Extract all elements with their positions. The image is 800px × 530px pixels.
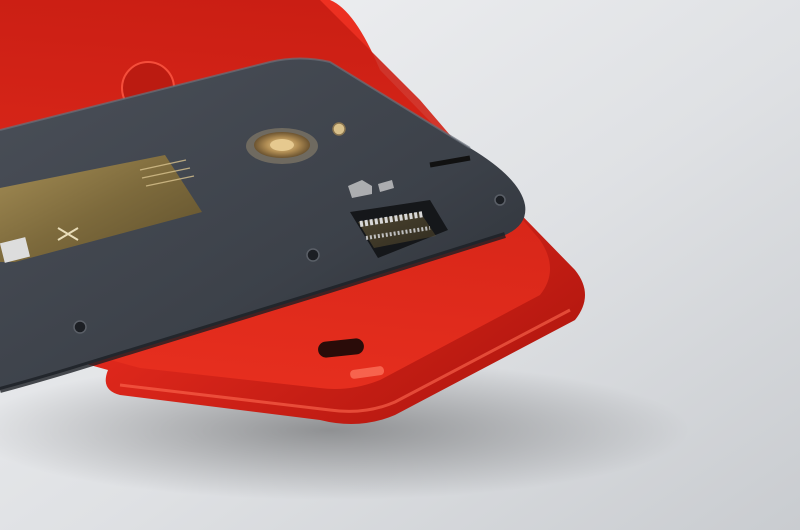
photo-illustration — [0, 0, 800, 530]
photo-scene — [0, 0, 800, 530]
screw-2 — [73, 320, 87, 334]
screw-3 — [494, 194, 506, 206]
flash-led-icon — [332, 122, 346, 136]
screw-1 — [306, 248, 320, 262]
